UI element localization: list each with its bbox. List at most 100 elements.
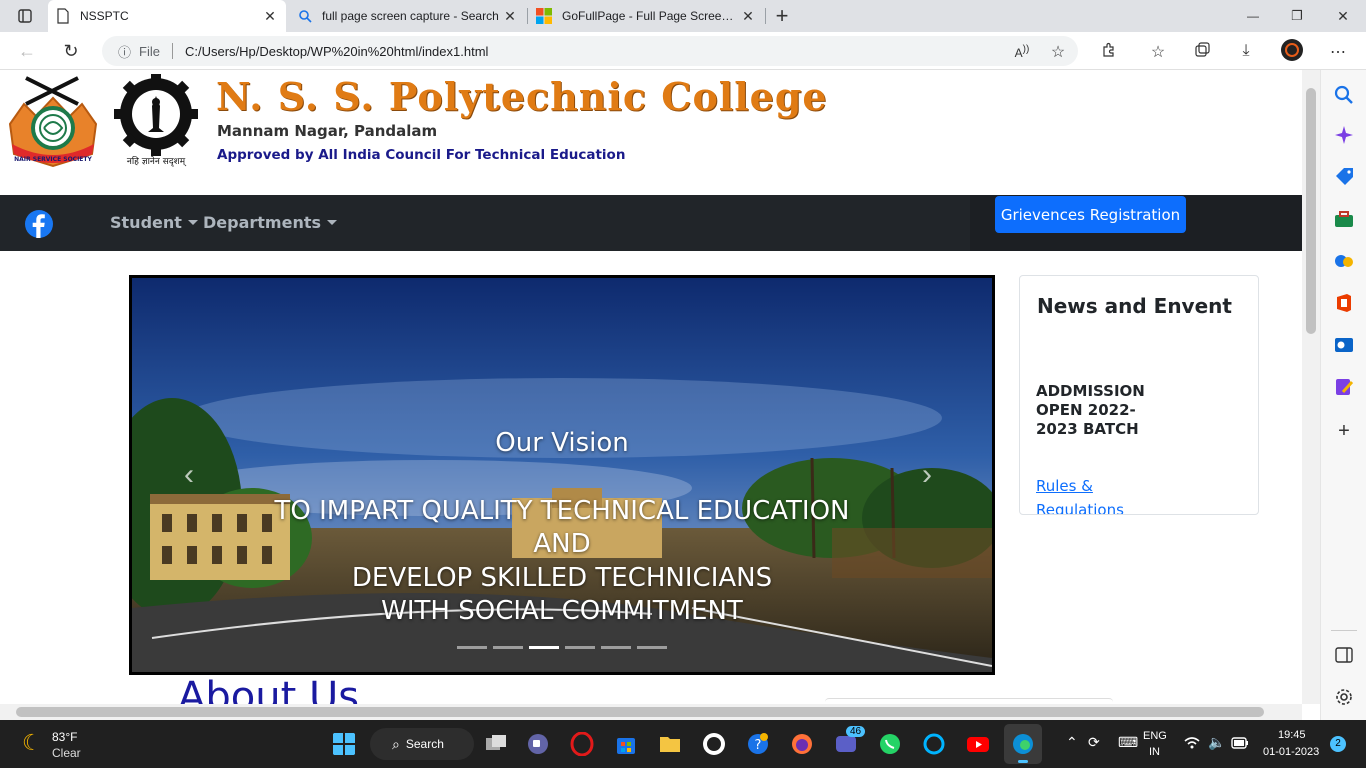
settings-gear-icon[interactable] xyxy=(1333,686,1355,708)
youtube-icon[interactable] xyxy=(966,732,990,756)
language-line1[interactable]: ENG xyxy=(1143,730,1167,742)
office-icon[interactable] xyxy=(1333,292,1355,314)
extensions-icon[interactable] xyxy=(1099,42,1119,63)
news-card: News and Envent ADDMISSION OPEN 2022-202… xyxy=(1019,275,1259,515)
shopping-tag-icon[interactable] xyxy=(1333,166,1355,188)
file-explorer-icon[interactable] xyxy=(658,732,682,756)
sync-icon[interactable]: ⟳ xyxy=(1088,734,1100,751)
more-menu-icon[interactable]: ⋯ xyxy=(1328,42,1348,62)
whatsapp-icon[interactable] xyxy=(878,732,902,756)
tab-close-button[interactable]: ✕ xyxy=(740,8,756,25)
grievance-registration-button[interactable]: Grievences Registration xyxy=(995,196,1186,233)
taskbar-search-box[interactable]: ⌕ Search xyxy=(370,728,474,760)
keyboard-icon[interactable]: ⌨ xyxy=(1118,734,1138,751)
tools-briefcase-icon[interactable] xyxy=(1333,208,1355,230)
language-line2[interactable]: IN xyxy=(1149,746,1160,758)
horizontal-scrollbar[interactable] xyxy=(0,704,1302,720)
search-icon: ⌕ xyxy=(392,735,400,752)
caret-down-icon xyxy=(327,220,338,225)
windows-start-icon[interactable] xyxy=(332,732,356,756)
help-icon[interactable]: ? xyxy=(746,732,770,756)
read-aloud-icon[interactable]: A)) xyxy=(1012,44,1032,60)
carousel-line-1: TO IMPART QUALITY TECHNICAL EDUCATION xyxy=(274,496,850,526)
download-icon[interactable]: ⤓ xyxy=(1236,42,1256,60)
carousel-indicator[interactable] xyxy=(637,646,667,649)
weather-temp[interactable]: 83°F xyxy=(52,730,77,744)
tab-gofullpage[interactable]: GoFullPage - Full Page Screen Ca ✕ xyxy=(528,0,764,32)
carousel-indicator[interactable] xyxy=(565,646,595,649)
copilot-sparkle-icon[interactable] xyxy=(1333,124,1355,146)
chevron-up-icon[interactable]: ⌃ xyxy=(1066,734,1078,751)
clock-date[interactable]: 01-01-2023 xyxy=(1263,746,1319,758)
edge-taskbar-active[interactable] xyxy=(1004,724,1042,764)
carousel-indicator-active[interactable] xyxy=(529,646,559,649)
favorites-icon[interactable]: ☆ xyxy=(1148,42,1168,62)
new-tab-button[interactable]: + xyxy=(769,3,795,29)
carousel-next-icon[interactable]: › xyxy=(922,458,932,492)
tab-search[interactable]: full page screen capture - Search ✕ xyxy=(290,0,526,32)
microsoft-store-icon[interactable] xyxy=(614,732,638,756)
games-icon[interactable] xyxy=(1333,250,1355,272)
minimize-button[interactable]: — xyxy=(1240,3,1266,29)
tab-title: GoFullPage - Full Page Screen Ca xyxy=(562,9,740,23)
wifi-icon[interactable] xyxy=(1183,734,1201,752)
url-text[interactable]: C:/Users/Hp/Desktop/WP%20in%20html/index… xyxy=(185,44,488,59)
cortana-icon[interactable] xyxy=(922,732,946,756)
weather-desc[interactable]: Clear xyxy=(52,746,81,760)
info-icon[interactable]: ⓘ xyxy=(118,42,131,61)
profile-avatar-icon[interactable] xyxy=(1281,39,1303,61)
carousel-line-2: AND xyxy=(533,529,591,559)
facebook-icon[interactable] xyxy=(24,209,54,239)
gear-logo-icon: नहि ज्ञानेन सदृशम् xyxy=(114,74,198,167)
back-button[interactable]: ← xyxy=(14,38,40,64)
address-bar[interactable]: ⓘ File C:/Users/Hp/Desktop/WP%20in%20htm… xyxy=(102,36,1078,66)
reload-button[interactable]: ↻ xyxy=(58,38,84,64)
tab-title: full page screen capture - Search xyxy=(322,9,499,23)
carousel-indicator[interactable] xyxy=(457,646,487,649)
nav-departments-dropdown[interactable]: Departments xyxy=(203,213,338,232)
tab-close-button[interactable]: ✕ xyxy=(262,8,278,25)
browser-toolbar: ← ↻ ⓘ File C:/Users/Hp/Desktop/WP%20in%2… xyxy=(0,32,1366,70)
github-icon[interactable] xyxy=(702,732,726,756)
search-icon xyxy=(299,10,312,23)
rules-regulations-link[interactable]: Rules & Regulations xyxy=(1036,474,1136,514)
battery-icon[interactable] xyxy=(1231,736,1249,750)
hide-sidebar-icon[interactable] xyxy=(1333,644,1355,666)
opera-icon[interactable] xyxy=(570,732,594,756)
edge-browser-icon xyxy=(1013,734,1033,754)
firefox-icon[interactable] xyxy=(790,732,814,756)
task-view-icon[interactable] xyxy=(484,732,508,756)
notification-count-badge[interactable]: 2 xyxy=(1330,736,1346,752)
outlook-icon[interactable] xyxy=(1333,334,1355,356)
moon-weather-icon[interactable]: ☾ xyxy=(22,730,42,756)
carousel-line-4: WITH SOCIAL COMMITMENT xyxy=(381,596,743,626)
vertical-scrollbar[interactable] xyxy=(1302,70,1320,704)
volume-icon[interactable]: 🔈 xyxy=(1208,734,1225,751)
restore-button[interactable]: ❐ xyxy=(1284,3,1310,29)
teams-chat-icon[interactable] xyxy=(526,732,550,756)
search-icon[interactable] xyxy=(1333,84,1355,106)
collections-icon[interactable] xyxy=(1192,42,1212,63)
close-window-button[interactable]: ✕ xyxy=(1330,3,1356,29)
svg-text:?: ? xyxy=(755,738,762,753)
college-place: Mannam Nagar, Pandalam xyxy=(217,122,438,140)
college-name: N. S. S. Polytechnic College xyxy=(216,74,828,119)
tab-actions-icon[interactable] xyxy=(12,3,38,29)
tab-close-button[interactable]: ✕ xyxy=(502,8,518,25)
designer-icon[interactable] xyxy=(1333,376,1355,398)
edge-sidebar: + xyxy=(1320,70,1366,720)
windows-logo-icon xyxy=(536,8,552,24)
carousel-indicator[interactable] xyxy=(601,646,631,649)
add-sidebar-app-icon[interactable]: + xyxy=(1333,420,1355,442)
site-navbar: Student Departments Grievences Registrat… xyxy=(0,195,1302,251)
nss-logo-icon: NAIR SERVICE SOCIETY xyxy=(8,76,98,168)
tab-nssptc[interactable]: NSSPTC ✕ xyxy=(48,0,286,32)
carousel-prev-icon[interactable]: ‹ xyxy=(184,458,194,492)
windows-taskbar: ☾ 83°F Clear ⌕ Search ? 46 ⌃ ⟳ ⌨ ENG IN … xyxy=(0,720,1366,768)
add-favorite-icon[interactable]: ☆ xyxy=(1048,42,1068,62)
news-title: News and Envent xyxy=(1037,294,1232,318)
clock-time[interactable]: 19:45 xyxy=(1278,729,1306,741)
college-approval: Approved by All India Council For Techni… xyxy=(217,147,626,163)
carousel-indicator[interactable] xyxy=(493,646,523,649)
nav-student-dropdown[interactable]: Student xyxy=(110,213,198,232)
